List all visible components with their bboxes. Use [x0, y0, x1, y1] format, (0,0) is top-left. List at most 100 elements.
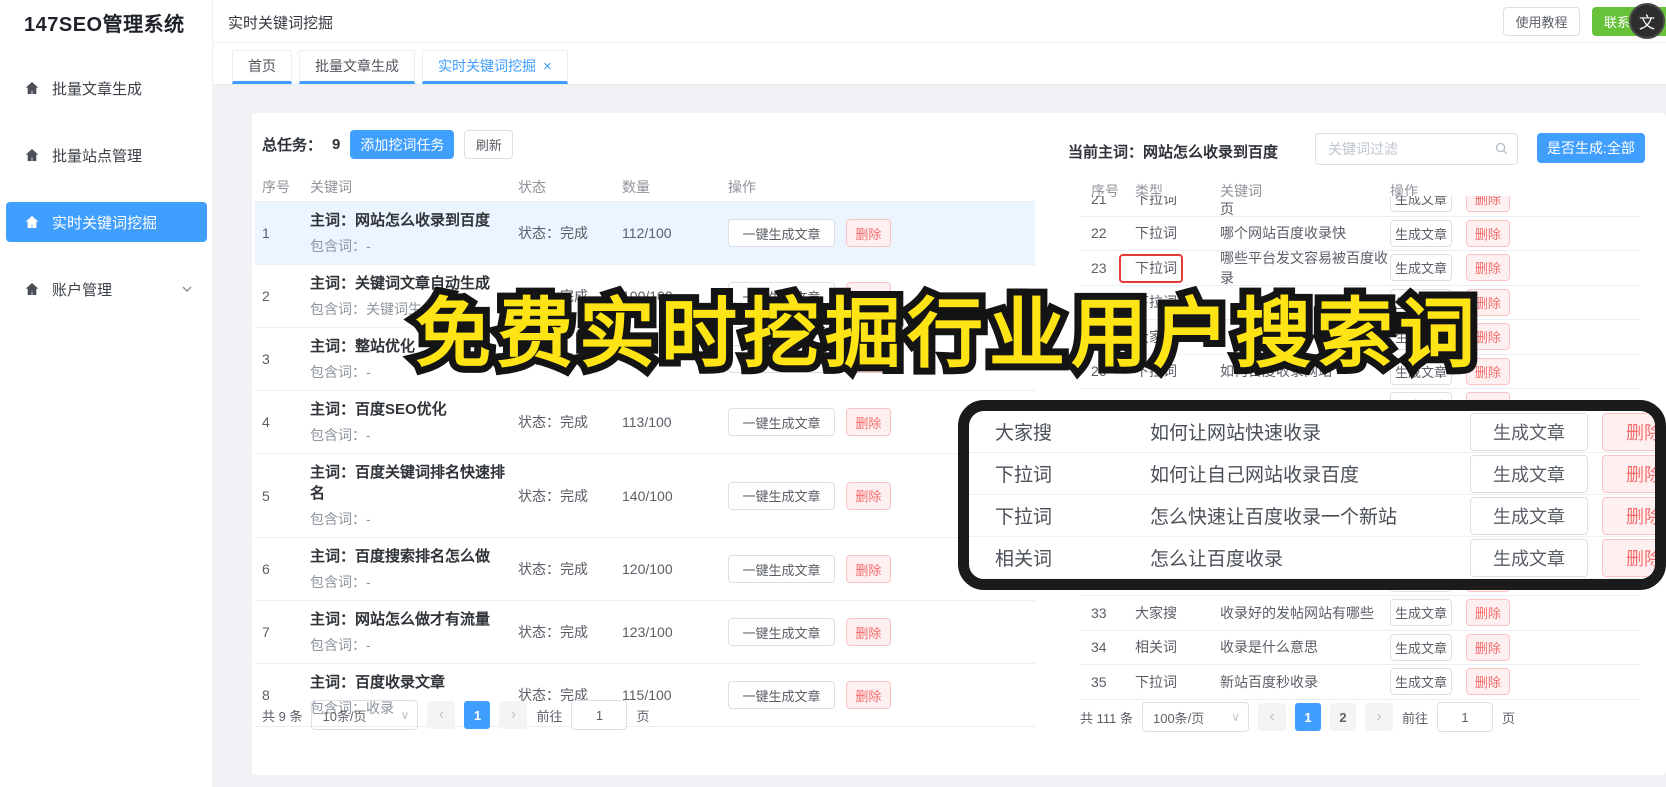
zoom-callout-box: 大家搜 如何让网站快速收录 生成文章 删除 下拉词 如何让自己网站收录百度 生成… — [958, 400, 1666, 590]
row-actions: 生成文章 删除 — [1390, 357, 1640, 385]
delete-button[interactable]: 删除 — [845, 681, 891, 709]
next-page-button[interactable]: › — [1364, 703, 1393, 731]
task-table-header: 序号 关键词 状态 数量 操作 — [255, 172, 1035, 202]
translate-extension-icon[interactable]: 文 — [1629, 3, 1665, 39]
tab[interactable]: 批量文章生成 — [299, 50, 415, 84]
delete-button[interactable]: 删除 — [845, 555, 891, 583]
page-number-button[interactable]: 2 — [1329, 703, 1356, 731]
delete-button[interactable]: 删除 — [1465, 288, 1510, 316]
table-row: 6 主词：百度搜索排名怎么做 包含词：- 状态：完成 120/100 一键生成文… — [255, 538, 1035, 601]
generate-article-button[interactable]: 生成文章 — [1470, 496, 1588, 535]
delete-button[interactable]: 删除 — [1602, 496, 1655, 535]
page-number-button[interactable]: 1 — [464, 701, 491, 729]
main-word: 主词：百度关键词排名快速排名 — [310, 464, 506, 502]
tab[interactable]: 实时关键词挖掘 × — [422, 50, 568, 84]
delete-button[interactable]: 删除 — [1465, 668, 1510, 696]
delete-button[interactable]: 删除 — [1602, 454, 1655, 493]
add-task-button[interactable]: 添加挖词任务 — [350, 130, 455, 159]
generate-article-button[interactable]: 一键生成文章 — [728, 219, 835, 247]
row-type: 下拉词 — [1135, 225, 1177, 242]
generate-article-button[interactable]: 生成文章 — [1390, 323, 1452, 351]
generate-article-button[interactable]: 生成文章 — [1470, 538, 1588, 577]
sidebar-item[interactable]: 批量站点管理 — [6, 135, 207, 175]
goto-label: 前往 — [1401, 710, 1428, 726]
generate-article-button[interactable]: 生成文章 — [1390, 633, 1452, 661]
row-index: 21 — [1091, 196, 1107, 207]
page-size-select[interactable]: 10条/页 ∨ — [311, 700, 419, 730]
generate-article-button[interactable]: 生成文章 — [1390, 599, 1452, 627]
close-icon[interactable]: × — [543, 59, 552, 74]
keyword-filter-input[interactable] — [1315, 133, 1518, 165]
contained-word: 包含词：- — [310, 511, 371, 527]
contained-word: 包含词：- — [310, 238, 371, 254]
generate-article-button[interactable]: 一键生成文章 — [728, 408, 835, 436]
delete-button[interactable]: 删除 — [1465, 357, 1510, 385]
contained-word: 包含词：- — [310, 574, 371, 590]
delete-button[interactable]: 删除 — [1602, 538, 1655, 577]
sidebar-item[interactable]: 实时关键词挖掘 — [6, 202, 207, 242]
generate-article-button[interactable]: 一键生成文章 — [728, 555, 835, 583]
generate-article-button[interactable]: 生成文章 — [1390, 668, 1452, 696]
row-count: 123/100 — [622, 624, 673, 640]
delete-button[interactable]: 删除 — [845, 345, 891, 373]
generate-all-button[interactable]: 是否生成:全部 — [1537, 133, 1645, 163]
prev-page-button[interactable]: ‹ — [1257, 703, 1286, 731]
row-index: 3 — [262, 351, 270, 367]
generate-article-button[interactable]: 一键生成文章 — [728, 681, 835, 709]
generate-article-button[interactable]: 生成文章 — [1390, 219, 1452, 247]
goto-page-input[interactable] — [571, 700, 628, 730]
delete-button[interactable]: 删除 — [845, 282, 891, 310]
generate-article-button[interactable]: 生成文章 — [1390, 254, 1452, 282]
delete-button[interactable]: 删除 — [1465, 196, 1510, 213]
sidebar-item[interactable]: 账户管理 — [6, 269, 207, 309]
page-size-select[interactable]: 100条/页 ∨ — [1141, 702, 1249, 732]
generate-article-button[interactable]: 生成文章 — [1470, 454, 1588, 493]
delete-button[interactable]: 删除 — [845, 219, 891, 247]
row-status: 状态：完成 — [518, 414, 588, 430]
contained-word: 包含词：关键词生成 — [310, 301, 436, 317]
delete-button[interactable]: 删除 — [1465, 323, 1510, 351]
delete-button[interactable]: 删除 — [845, 481, 891, 510]
row-type: 大家搜 — [1135, 604, 1177, 621]
total-count: 共 111 条 — [1080, 710, 1133, 726]
tutorial-button[interactable]: 使用教程 — [1503, 7, 1580, 36]
delete-button[interactable]: 删除 — [1465, 633, 1510, 661]
row-count: 113/100 — [622, 414, 672, 430]
delete-button[interactable]: 删除 — [1602, 412, 1655, 451]
row-type: 相关词 — [995, 549, 1053, 570]
page-size-value: 10条/页 — [322, 708, 367, 724]
generate-article-button[interactable]: 生成文章 — [1390, 288, 1452, 316]
row-type: 下拉词 — [1135, 294, 1177, 311]
total-tasks-label: 总任务： — [262, 137, 323, 154]
current-main-word: 当前主词：网站怎么收录到百度 — [1068, 144, 1279, 161]
task-table: 1 主词：网站怎么收录到百度 包含词：- 状态：完成 112/100 一键生成文… — [255, 202, 1035, 727]
delete-button[interactable]: 删除 — [845, 618, 891, 646]
generate-article-button[interactable]: 一键生成文章 — [728, 481, 835, 510]
goto-page-input[interactable] — [1437, 702, 1493, 732]
row-keyword: 主词：百度搜索排名怎么做 包含词：- — [310, 546, 518, 592]
page-number-button[interactable]: 1 — [1294, 703, 1321, 731]
generate-article-button[interactable]: 一键生成文章 — [728, 618, 835, 646]
prev-page-button[interactable]: ‹ — [427, 701, 456, 729]
search-icon — [1494, 141, 1509, 159]
table-row: 1 主词：网站怎么收录到百度 包含词：- 状态：完成 112/100 一键生成文… — [255, 202, 1035, 265]
generate-article-button[interactable]: 一键生成文章 — [728, 282, 835, 310]
next-page-button[interactable]: › — [499, 701, 528, 729]
generate-article-button[interactable]: 生成文章 — [1390, 357, 1452, 385]
generate-article-button[interactable]: 一键生成文章 — [728, 345, 835, 373]
generate-article-button[interactable]: 生成文章 — [1390, 196, 1452, 213]
chevron-down-icon: ∨ — [1231, 710, 1240, 724]
sidebar-item[interactable]: 批量文章生成 — [6, 68, 207, 108]
delete-button[interactable]: 删除 — [1465, 254, 1510, 282]
delete-button[interactable]: 删除 — [1465, 599, 1510, 627]
delete-button[interactable]: 删除 — [1465, 219, 1510, 247]
table-row: 7 主词：网站怎么做才有流量 包含词：- 状态：完成 123/100 一键生成文… — [255, 601, 1035, 664]
refresh-button[interactable]: 刷新 — [464, 130, 514, 159]
page-unit-label: 页 — [1502, 710, 1516, 726]
table-row: 3 主词：整站优化 包含词：- 状态：完成 一键生成文章 删除 — [255, 328, 1035, 391]
row-keyword: 怎么让百度收录 — [1150, 549, 1284, 570]
tab[interactable]: 首页 — [232, 50, 292, 84]
row-index: 34 — [1091, 639, 1107, 656]
generate-article-button[interactable]: 生成文章 — [1470, 412, 1588, 451]
delete-button[interactable]: 删除 — [845, 408, 891, 436]
